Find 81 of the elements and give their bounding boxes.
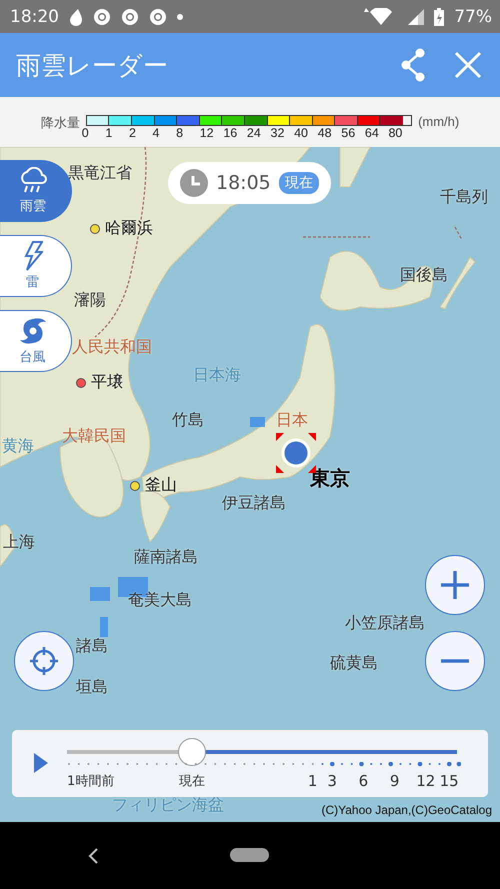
share-icon xyxy=(400,48,426,82)
map-label: 黄海 xyxy=(2,436,34,457)
now-tag: 現在 xyxy=(278,172,319,194)
browser-icon xyxy=(93,8,111,26)
map-label: 日本海 xyxy=(193,365,241,386)
timeline-label: 現在 xyxy=(178,773,205,790)
app-title: 雨雲レーダー xyxy=(16,50,169,82)
plus-icon xyxy=(441,571,469,599)
timeline-label: 1 xyxy=(308,772,318,790)
layer-button[interactable]: 雷 xyxy=(0,235,72,297)
map-label: 大韓民国 xyxy=(62,426,126,447)
layer-button[interactable]: 台風 xyxy=(0,310,72,372)
map-label: 奄美大島 xyxy=(128,590,192,611)
unit-label: (mm/h) xyxy=(418,114,460,129)
battery-icon xyxy=(434,8,444,26)
map-label: 竹島 xyxy=(172,410,204,431)
radar-echo xyxy=(90,587,110,601)
map-label: 釜山 xyxy=(145,475,177,496)
map-label: 千島列 xyxy=(440,187,488,208)
scale-value: 80 xyxy=(388,126,404,140)
scale-value: 8 xyxy=(176,126,184,140)
timeline-label: 9 xyxy=(390,772,400,790)
close-icon xyxy=(454,51,482,79)
back-button[interactable] xyxy=(88,848,98,864)
scale-value: 0 xyxy=(82,126,90,140)
timeline-label: 15 xyxy=(440,772,459,790)
landmass xyxy=(340,147,370,188)
minus-icon xyxy=(441,659,469,663)
crosshair-icon xyxy=(30,647,58,675)
slider-thumb[interactable] xyxy=(178,738,206,766)
clock-time: 18:20 xyxy=(10,6,59,26)
copyright-text: (C)Yahoo Japan,(C)GeoCatalog xyxy=(321,803,492,817)
timeline-label: 6 xyxy=(358,772,368,790)
map-label: 小笠原諸島 xyxy=(345,613,425,634)
typhoon-icon xyxy=(18,316,48,346)
map-label: 人民共和国 xyxy=(72,337,152,358)
map-label: 日本 xyxy=(276,410,308,431)
play-button[interactable] xyxy=(34,753,48,773)
browser-icon xyxy=(121,8,139,26)
radar-echo xyxy=(100,617,108,637)
map-label: 瀋陽 xyxy=(74,290,106,311)
border-line xyxy=(454,226,463,240)
map-label: 平壌 xyxy=(91,372,123,393)
signal-icon xyxy=(408,8,424,24)
back-icon xyxy=(88,848,98,864)
map-label: 上海 xyxy=(3,532,35,553)
map-label: 諸島 xyxy=(76,636,108,657)
legend-label: 降水量 xyxy=(40,114,80,132)
radar-echo xyxy=(250,417,265,427)
map-label: 伊豆諸島 xyxy=(222,493,286,514)
scale-value: 32 xyxy=(270,126,286,140)
scale-value: 24 xyxy=(246,126,262,140)
lightning-icon xyxy=(22,241,42,271)
dot-icon xyxy=(177,14,183,20)
timeline-label: 12 xyxy=(416,772,436,790)
play-icon xyxy=(34,753,48,773)
scale-value: 2 xyxy=(128,126,137,140)
scale-value: 12 xyxy=(200,126,215,140)
radar-time: 18:05 xyxy=(216,172,271,194)
map-label: フィリピン海盆 xyxy=(112,795,224,816)
scale-value: 48 xyxy=(318,126,333,140)
browser-icon xyxy=(149,8,167,26)
drop-icon xyxy=(69,8,83,26)
scale-value: 4 xyxy=(152,126,160,140)
scale-value: 56 xyxy=(341,126,356,140)
home-button[interactable] xyxy=(230,848,269,862)
timeline-label: 1時間前 xyxy=(67,773,114,790)
border-line xyxy=(303,236,370,238)
scale-value: 1 xyxy=(105,126,114,140)
scale-value: 40 xyxy=(294,126,309,140)
map-label: 硫黄島 xyxy=(330,653,378,674)
map-label: 垣島 xyxy=(76,677,108,698)
map-label: 薩南諸島 xyxy=(134,547,198,568)
clock-icon xyxy=(180,169,208,197)
timeline-slider[interactable] xyxy=(67,738,457,766)
timeline-label: 3 xyxy=(327,772,337,790)
scale-value: 64 xyxy=(364,126,380,140)
map-label: 哈爾浜 xyxy=(105,218,153,239)
battery-percent: 77% xyxy=(454,6,492,26)
map-label: 国後島 xyxy=(400,265,448,286)
scale-value: 16 xyxy=(223,126,238,140)
